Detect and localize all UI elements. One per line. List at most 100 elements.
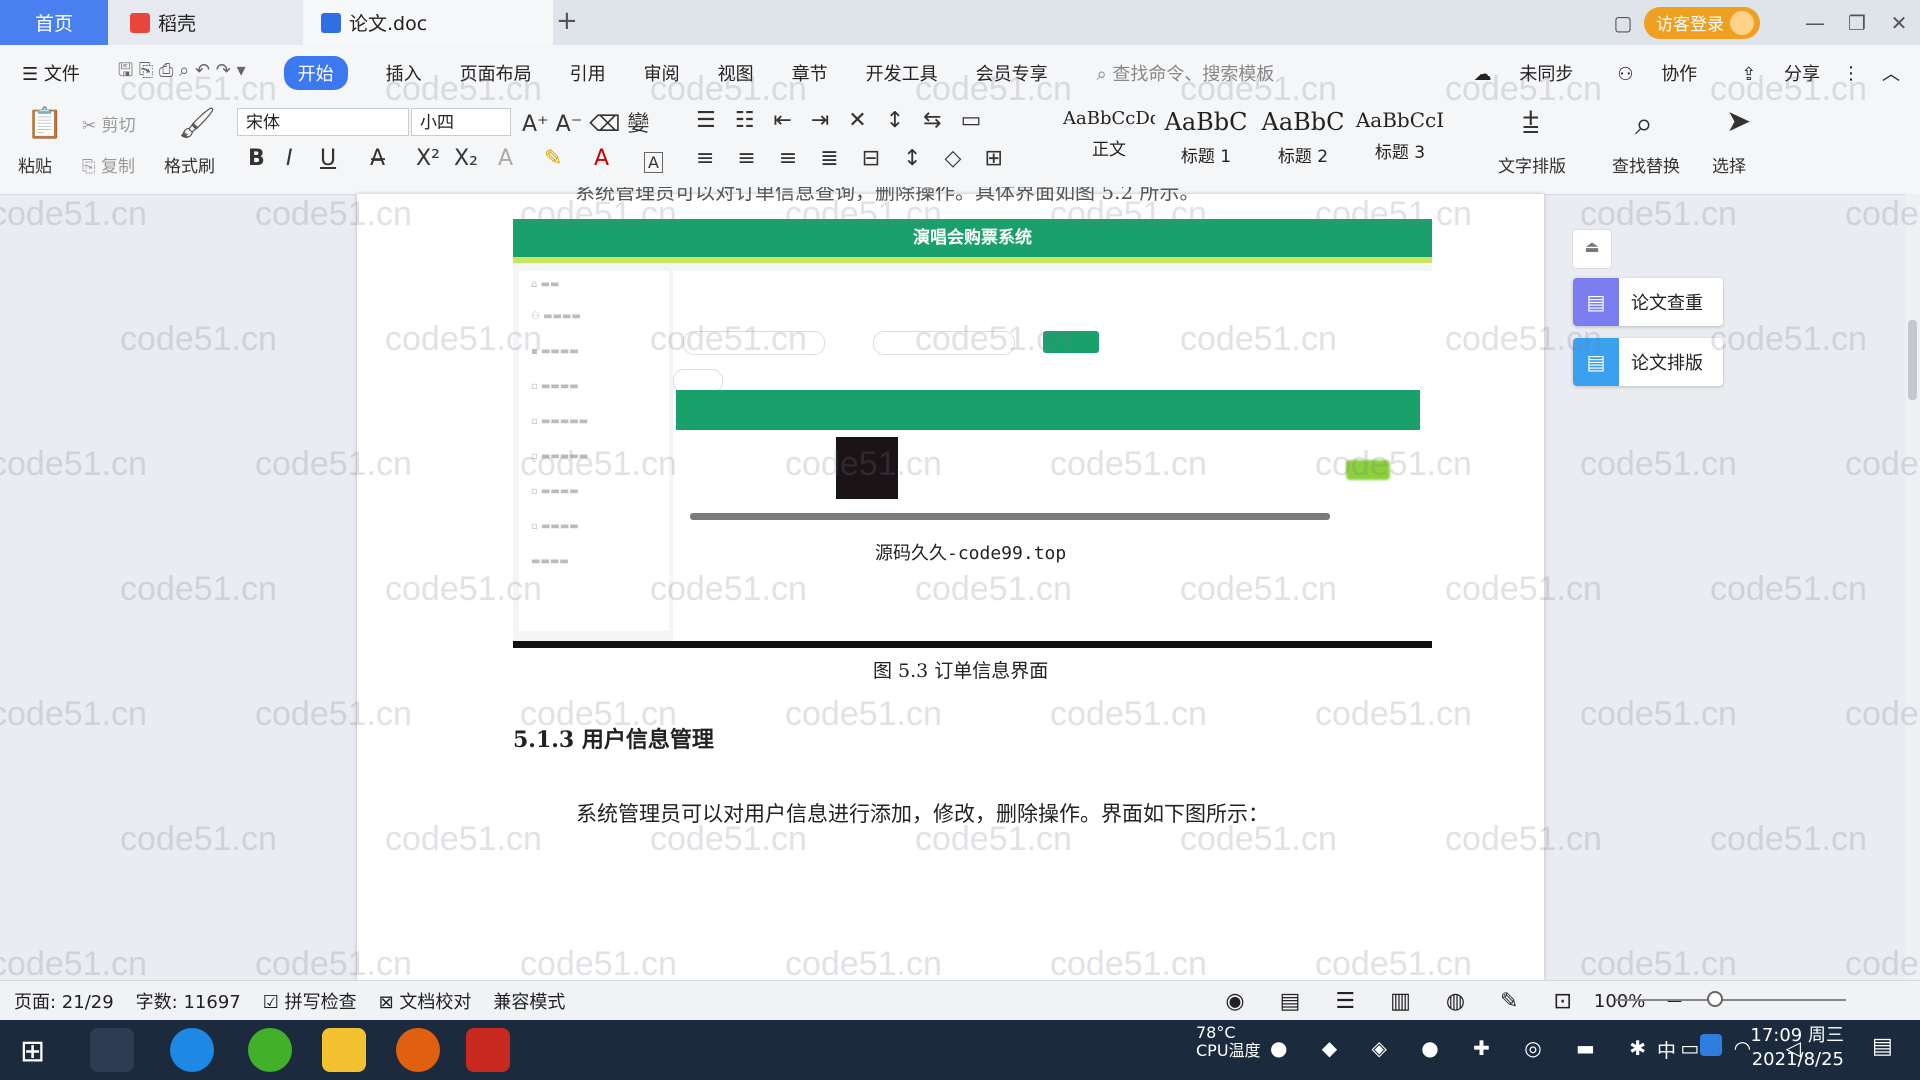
word-count[interactable]: 字数: 11697 [136, 988, 241, 1014]
format-painter-button[interactable]: 格式刷 [164, 152, 215, 177]
highlight-icon[interactable]: ✎ [544, 146, 562, 171]
style-normal[interactable]: AaBbCcDd 正文 [1063, 108, 1155, 160]
command-search-input[interactable]: ⌕ 查找命令、搜索模板 [1097, 60, 1275, 86]
font-grow-icons[interactable]: A⁺ A⁻ ⌫ 孌 [522, 106, 649, 138]
font-color-icon[interactable]: A [594, 146, 609, 171]
clock-date: 2021/8/25 [1751, 1049, 1844, 1070]
collaborate-button[interactable]: ⚇ 协作 [1595, 60, 1697, 86]
cut-button[interactable]: ✂ 剪切 [82, 111, 136, 136]
share-button[interactable]: ⇪ 分享 [1719, 60, 1820, 86]
paste-button[interactable]: 粘贴 [18, 152, 52, 177]
page-indicator[interactable]: 页面: 21/29 [14, 988, 114, 1014]
cursor-icon[interactable]: ➤ [1726, 104, 1751, 139]
ime-indicator[interactable]: 中 [1657, 1036, 1676, 1063]
menu-start[interactable]: 开始 [283, 56, 348, 90]
spell-check-button[interactable]: ☑ 拼写检查 [263, 988, 357, 1014]
style-heading-1[interactable]: AaBbC 标题 1 [1160, 108, 1252, 167]
style-heading-2[interactable]: AaBbC 标题 2 [1257, 108, 1349, 167]
figure-system-title: 演唱会购票系统 [913, 228, 1032, 248]
tab-daoke[interactable]: 稻壳 [108, 0, 303, 45]
font-family-select[interactable]: 宋体 [237, 108, 409, 136]
text-layout-button[interactable]: 文字排版 [1498, 152, 1566, 177]
underline-icon[interactable]: U [320, 146, 336, 171]
notification-icon[interactable]: ▤ [1872, 1034, 1893, 1059]
proofread-icon: ⊠ [378, 992, 400, 1013]
paper-check-icon: ▤ [1573, 278, 1619, 326]
menu-member[interactable]: 会员专享 [976, 60, 1048, 86]
zoom-level[interactable]: 100% [1594, 991, 1645, 1012]
zoom-slider-knob[interactable] [1707, 991, 1723, 1007]
menu-references[interactable]: 引用 [570, 60, 606, 86]
list-indent-icons[interactable]: ☰ ☷ ⇤ ⇥ ✕ ↕ ⇆ ▭ [696, 108, 987, 133]
watermark-text: code51.cn [0, 695, 147, 733]
select-button[interactable]: 选择 [1712, 152, 1746, 177]
figure-sidebar-item: ⚇ ▬▬▬▬ [531, 311, 581, 322]
quick-access-icons[interactable]: 🖫 ⎘ ⎙ ⌕ ↶ ↷ ▾ [118, 58, 246, 88]
more-icon[interactable]: ⋮ [1842, 63, 1860, 84]
tab-document[interactable]: 论文.doc [303, 0, 553, 45]
proofread-button[interactable]: ⊠ 文档校对 [379, 988, 472, 1014]
ie-browser-icon[interactable] [170, 1028, 214, 1072]
app-icon[interactable] [90, 1028, 134, 1072]
proofread-label: 文档校对 [399, 992, 472, 1013]
text-effect-icon[interactable]: A [498, 146, 513, 171]
bold-icon[interactable]: B [248, 146, 265, 171]
brush-icon[interactable]: 🖌 [178, 106, 216, 141]
clock[interactable]: 17:09 周三 2021/8/25 [1748, 1024, 1844, 1072]
figure-sidebar: ⌂ ▬▬ ⚇ ▬▬▬▬ ▪ ▬▬▬▬ ▫ ▬▬▬▬ ▫ ▬▬▬▬▬ ▫ ▬▬▬▬… [519, 271, 669, 631]
layout-icon[interactable]: ▢ [1602, 11, 1644, 35]
menu-insert[interactable]: 插入 [386, 60, 422, 86]
menu-chapter[interactable]: 章节 [792, 60, 828, 86]
clipboard-icon[interactable]: 📋 [26, 106, 63, 141]
zoom-out-icon[interactable]: − [1665, 989, 1683, 1014]
zoom-slider[interactable] [1616, 999, 1846, 1001]
menu-review[interactable]: 审阅 [644, 60, 680, 86]
copy-button[interactable]: ⎘ 复制 [82, 152, 135, 177]
style-heading-3[interactable]: AaBbCcI 标题 3 [1354, 108, 1446, 163]
view-mode-icons[interactable]: ◉ ▤ ☰ ▥ ◍ ✎ ⊡ [1225, 989, 1586, 1014]
find-replace-button[interactable]: 查找替换 [1612, 152, 1680, 177]
avatar [1730, 10, 1754, 35]
watermark-text: code51.cn [0, 445, 147, 483]
subscript-icon[interactable]: X₂ [454, 146, 478, 171]
paper-format-button[interactable]: ▤ 论文排版 [1573, 338, 1723, 386]
new-tab-button[interactable]: + [556, 6, 578, 36]
italic-icon[interactable]: I [286, 146, 293, 171]
system-tray-icons[interactable]: ● ◆ ◈ ● ✚ ◎ ▬ ✱ ▭ ◠ ◁ [1270, 1036, 1815, 1060]
cpu-temp-value: 78°C [1196, 1023, 1236, 1042]
browser-icon[interactable] [248, 1028, 292, 1072]
q-app-icon[interactable] [1700, 1034, 1722, 1056]
find-icon[interactable]: ⌕ [1635, 104, 1653, 143]
char-border-icon[interactable]: A [644, 152, 663, 173]
windows-start-icon[interactable]: ⊞ [20, 1034, 45, 1069]
restore-icon[interactable]: ❐ [1836, 11, 1878, 35]
collaborate-label: 协作 [1661, 64, 1698, 85]
alignment-icons[interactable]: ≡ ≡ ≡ ≣ ⊟ ↕ ◇ ⊞ [696, 146, 1011, 171]
checkbox-icon: ☑ [262, 992, 285, 1013]
paper-check-button[interactable]: ▤ 论文查重 [1573, 278, 1723, 326]
file-menu[interactable]: ☰ 文件 [22, 60, 80, 86]
file-explorer-icon[interactable] [322, 1028, 366, 1072]
menu-dev-tools[interactable]: 开发工具 [866, 60, 938, 86]
vertical-scrollbar[interactable] [1905, 194, 1920, 980]
cpu-temp-widget[interactable]: 78°C CPU温度 [1196, 1024, 1261, 1060]
app-icon[interactable] [396, 1028, 440, 1072]
sync-button[interactable]: ☁ 未同步 [1452, 60, 1574, 86]
collapse-ribbon-icon[interactable]: ︿ [1882, 60, 1900, 86]
figure-main-panel [673, 271, 1432, 641]
font-size-select[interactable]: 小四 [411, 108, 511, 136]
close-icon[interactable]: ✕ [1878, 11, 1920, 35]
minimize-icon[interactable]: — [1794, 11, 1836, 35]
superscript-icon[interactable]: X² [416, 146, 440, 171]
strikethrough-icon[interactable]: A̶ [370, 146, 385, 171]
scrollbar-thumb[interactable] [1908, 320, 1917, 400]
text-layout-icon[interactable]: ⩲ [1522, 106, 1540, 141]
guest-login-button[interactable]: 访客登录 [1644, 6, 1760, 39]
figure-sidebar-item: ▫ ▬▬▬▬ [531, 486, 579, 497]
tab-home[interactable]: 首页 [0, 0, 108, 45]
menu-view[interactable]: 视图 [718, 60, 754, 86]
panel-collapse-icon[interactable]: ⏏ [1572, 229, 1612, 269]
menu-page-layout[interactable]: 页面布局 [460, 60, 532, 86]
compat-mode-label: 兼容模式 [493, 992, 566, 1013]
wps-icon[interactable] [466, 1028, 510, 1072]
